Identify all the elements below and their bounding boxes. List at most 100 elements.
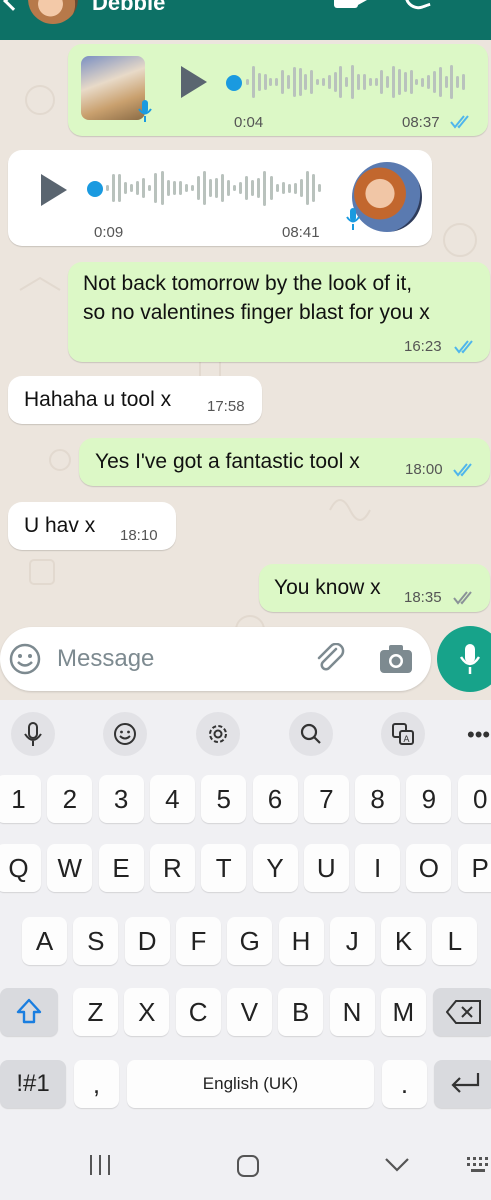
key-n[interactable]: N <box>329 988 375 1036</box>
key-b[interactable]: B <box>278 988 324 1036</box>
spacebar[interactable]: English (UK) <box>127 1060 374 1108</box>
play-icon[interactable] <box>181 66 207 98</box>
message-incoming[interactable]: Hahaha u tool x 17:58 <box>8 376 262 424</box>
translate-icon[interactable]: A <box>381 712 425 756</box>
key-j[interactable]: J <box>329 917 375 965</box>
recents-icon[interactable] <box>88 1154 112 1176</box>
voice-duration: 0:04 <box>234 114 264 131</box>
double-check-read-icon <box>454 340 473 354</box>
key-d[interactable]: D <box>124 917 170 965</box>
camera-icon[interactable] <box>379 644 413 674</box>
enter-icon <box>451 1073 480 1093</box>
waveform-bar <box>184 183 188 193</box>
key-2[interactable]: 2 <box>47 775 93 823</box>
shift-key[interactable] <box>0 988 58 1036</box>
voice-message-outgoing[interactable]: 0:04 08:37 <box>68 44 488 136</box>
back-arrow-icon[interactable] <box>3 0 23 11</box>
key-9[interactable]: 9 <box>406 775 452 823</box>
message-input[interactable]: Message <box>57 645 154 673</box>
key-h[interactable]: H <box>278 917 324 965</box>
waveform-bar <box>304 73 308 91</box>
key-v[interactable]: V <box>226 988 272 1036</box>
key-o[interactable]: O <box>406 844 452 892</box>
key-c[interactable]: C <box>175 988 221 1036</box>
search-icon[interactable] <box>289 712 333 756</box>
key-7[interactable]: 7 <box>303 775 349 823</box>
key-p[interactable]: P <box>457 844 491 892</box>
backspace-key[interactable] <box>433 988 491 1036</box>
message-text: Hahaha u tool x <box>24 388 172 411</box>
key-6[interactable]: 6 <box>252 775 298 823</box>
message-time: 16:23 <box>404 338 442 355</box>
key-z[interactable]: Z <box>73 988 118 1036</box>
waveform-bar <box>316 78 320 86</box>
period-key[interactable]: . <box>382 1060 427 1108</box>
voice-waveform[interactable] <box>246 62 468 102</box>
key-g[interactable]: G <box>227 917 273 965</box>
waveform-bar <box>298 67 302 97</box>
key-r[interactable]: R <box>149 844 195 892</box>
waveform-bar <box>227 180 231 196</box>
home-icon[interactable] <box>236 1154 260 1178</box>
contact-name[interactable]: Debbie <box>92 0 165 16</box>
voice-message-incoming[interactable]: 0:09 08:41 <box>8 150 432 246</box>
message-incoming[interactable]: U hav x 18:10 <box>8 502 176 550</box>
keyboard-icon[interactable] <box>466 1156 491 1174</box>
key-4[interactable]: 4 <box>149 775 195 823</box>
key-a[interactable]: A <box>22 917 67 965</box>
key-e[interactable]: E <box>98 844 144 892</box>
voice-waveform[interactable] <box>106 168 324 208</box>
more-icon[interactable]: ••• <box>467 720 491 750</box>
contact-avatar[interactable] <box>28 0 78 24</box>
key-l[interactable]: L <box>432 917 478 965</box>
attach-icon[interactable] <box>314 643 348 675</box>
voice-duration: 0:09 <box>94 224 124 241</box>
message-outgoing[interactable]: Yes I've got a fantastic tool x 18:00 <box>79 438 490 486</box>
waveform-bar <box>281 181 285 195</box>
key-1[interactable]: 1 <box>0 775 41 823</box>
mic-icon[interactable] <box>11 712 55 756</box>
emoji-icon[interactable] <box>103 712 147 756</box>
key-t[interactable]: T <box>201 844 247 892</box>
symbols-key[interactable]: !#1 <box>0 1060 66 1108</box>
key-s[interactable]: S <box>73 917 119 965</box>
waveform-bar <box>415 79 419 86</box>
message-text: You know x <box>274 576 381 599</box>
waveform-bar <box>112 174 116 202</box>
key-w[interactable]: W <box>47 844 93 892</box>
emoji-icon[interactable] <box>9 643 41 675</box>
message-input-bar[interactable]: Message <box>0 627 431 691</box>
waveform-bar <box>142 178 146 199</box>
waveform-bar <box>397 68 401 96</box>
key-u[interactable]: U <box>303 844 349 892</box>
play-icon[interactable] <box>41 174 67 206</box>
key-y[interactable]: Y <box>252 844 298 892</box>
chat-area[interactable]: 0:04 08:37 0:09 08:41 Not back tomorrow … <box>0 40 491 700</box>
double-check-read-icon <box>453 463 472 477</box>
key-k[interactable]: K <box>381 917 427 965</box>
key-5[interactable]: 5 <box>201 775 247 823</box>
key-i[interactable]: I <box>355 844 401 892</box>
enter-key[interactable] <box>434 1060 491 1108</box>
settings-icon[interactable] <box>196 712 240 756</box>
key-8[interactable]: 8 <box>355 775 401 823</box>
waveform-bar <box>386 76 390 88</box>
key-3[interactable]: 3 <box>98 775 144 823</box>
message-outgoing[interactable]: Not back tomorrow by the look of it, so … <box>68 262 490 362</box>
back-icon[interactable] <box>384 1157 410 1173</box>
waveform-bar <box>221 174 225 202</box>
key-x[interactable]: X <box>124 988 170 1036</box>
key-q[interactable]: Q <box>0 844 41 892</box>
message-text: so no valentines finger blast for you x <box>83 301 430 324</box>
waveform-bar <box>233 184 237 192</box>
video-call-icon[interactable] <box>334 0 367 8</box>
waveform-bar <box>148 184 152 192</box>
key-0[interactable]: 0 <box>457 775 491 823</box>
key-f[interactable]: F <box>175 917 221 965</box>
message-outgoing[interactable]: You know x 18:35 <box>259 564 490 612</box>
playback-position-dot[interactable] <box>226 75 242 91</box>
key-m[interactable]: M <box>380 988 426 1036</box>
comma-key[interactable]: , <box>74 1060 119 1108</box>
voice-call-icon[interactable] <box>403 0 431 14</box>
playback-position-dot[interactable] <box>87 181 103 197</box>
